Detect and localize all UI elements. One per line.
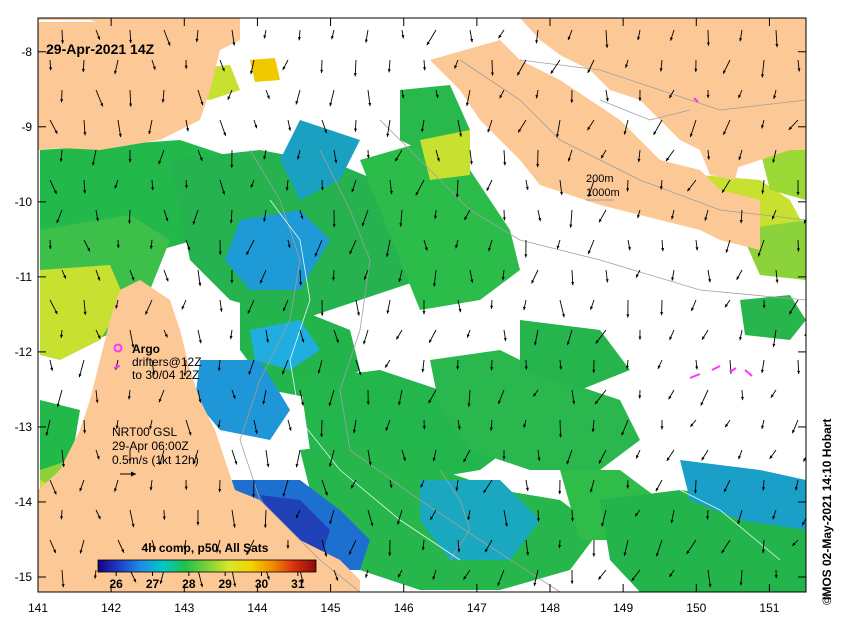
y-tick-label: -10 (15, 195, 33, 209)
current-time: 29-Apr 06:00Z (112, 439, 189, 453)
copyright-icon: © (820, 596, 834, 605)
current-arrow-head-icon (808, 582, 811, 585)
x-tick-label: 147 (467, 601, 487, 615)
current-arrow (809, 570, 810, 586)
y-tick-label: -9 (21, 120, 32, 134)
colorbar-tick-label: 27 (146, 577, 160, 591)
x-tick-label: 145 (321, 601, 341, 615)
current-source: NRT00 GSL (112, 425, 177, 439)
y-tick-label: -12 (15, 345, 33, 359)
y-tick-label: -11 (16, 270, 33, 284)
colorbar-tick-label: 28 (182, 577, 196, 591)
x-tick-label: 142 (101, 601, 121, 615)
contour-legend-1000m: 1000m (586, 187, 620, 199)
credit-container: IMOS 02-May-2021 14:10 Hobart © (816, 300, 836, 610)
y-tick-label: -14 (15, 495, 33, 509)
current-scale-text: 0.5m/s (1kt 12h) (112, 453, 199, 467)
colorbar-title: 4h comp, p50, All Sats (142, 541, 269, 555)
y-tick-label: -8 (21, 45, 32, 59)
colorbar-tick-label: 31 (291, 577, 305, 591)
map-title: 29-Apr-2021 14Z (46, 41, 155, 57)
x-tick-label: 150 (686, 601, 706, 615)
current-arrow-head-icon (809, 403, 812, 406)
current-arrow (805, 100, 806, 102)
credit-text: IMOS 02-May-2021 14:10 Hobart (820, 419, 834, 600)
sst-map: 141 142 143 144 145 146 147 148 149 150 151 -8 -9 -1… (15, 17, 812, 615)
y-tick-label: -15 (15, 570, 33, 584)
colorbar-tick-label: 30 (255, 577, 269, 591)
contour-legend-200m: 200m (586, 173, 614, 185)
argo-label: Argo (132, 342, 160, 356)
x-tick-label: 146 (394, 601, 414, 615)
x-tick-label: 148 (540, 601, 560, 615)
argo-period-text: to 30/04 12Z (132, 368, 199, 382)
x-tick-label: 151 (759, 601, 779, 615)
current-arrow (805, 282, 806, 283)
current-arrow-head-icon (807, 43, 810, 46)
colorbar-gradient (97, 559, 317, 573)
colorbar-tick-label: 26 (109, 577, 123, 591)
argo-drifters-text: drifters@12Z (132, 355, 202, 369)
colorbar-tick-label: 29 (218, 577, 232, 591)
current-arrow-head-icon (808, 155, 811, 158)
x-tick-label: 144 (247, 601, 267, 615)
x-tick-label: 149 (613, 601, 633, 615)
y-tick-label: -13 (15, 420, 33, 434)
x-tick-label: 143 (174, 601, 194, 615)
current-arrow (808, 30, 810, 47)
x-tick-label: 141 (28, 601, 48, 615)
current-arrow (809, 150, 810, 158)
